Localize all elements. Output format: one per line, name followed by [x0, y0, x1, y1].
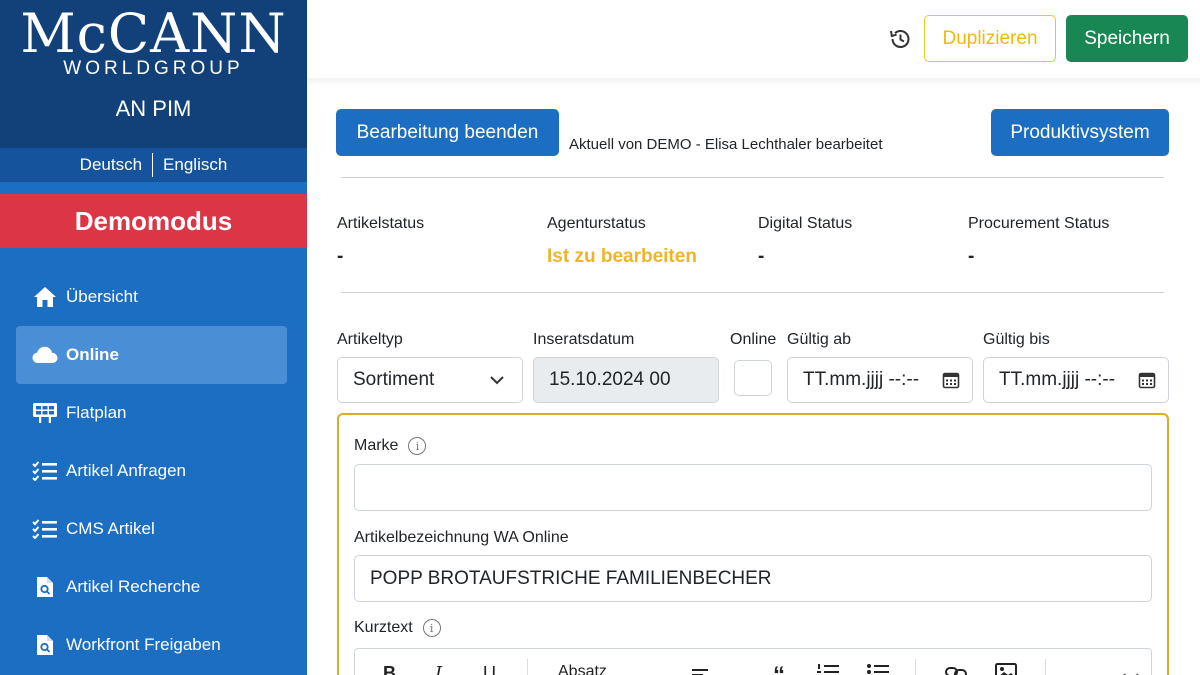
sidebar-item-label: Flatplan [66, 403, 127, 422]
divider [341, 177, 1164, 178]
paragraph-select[interactable]: Absatz [558, 663, 607, 675]
file-search-icon [32, 576, 58, 598]
chevron-down-icon[interactable] [1123, 667, 1139, 675]
lang-deutsch[interactable]: Deutsch [80, 155, 142, 175]
inseratsdatum-label: Inseratsdatum [533, 331, 635, 348]
agency-status-value: Ist zu bearbeiten [547, 246, 697, 267]
sidebar-item-artikel-anfragen[interactable]: Artikel Anfragen [16, 442, 287, 500]
gueltig-bis-placeholder: TT.mm.jjjj --:-- [999, 369, 1116, 390]
sidebar-item-label: Artikel Anfragen [66, 461, 187, 480]
marke-label: Marke i [354, 437, 427, 455]
underline-button[interactable]: U [483, 663, 496, 675]
bullet-list-icon[interactable] [867, 663, 889, 675]
checklist-icon [32, 460, 58, 482]
logo-main: McCANN [20, 2, 287, 65]
online-label: Online [730, 331, 777, 348]
top-bar-shadow [307, 78, 1200, 86]
artikeltyp-value: Sortiment [353, 369, 435, 390]
sidebar-item-cms-artikel[interactable]: CMS Artikel [16, 500, 287, 558]
align-left-icon[interactable] [692, 666, 708, 675]
rich-text-toolbar: B I U Absatz “ [354, 648, 1152, 675]
save-button[interactable]: Speichern [1066, 15, 1188, 62]
lang-separator [152, 153, 154, 177]
calendar-icon[interactable] [942, 371, 960, 389]
sidebar-item-flatplan[interactable]: Flatplan [16, 384, 287, 442]
logo-sub: WORLDGROUP [63, 58, 244, 79]
history-icon[interactable] [888, 27, 914, 51]
sidebar-item-workfront-freigaben[interactable]: Workfront Freigaben [16, 616, 287, 674]
inseratsdatum-field: 15.10.2024 00 [533, 357, 719, 403]
caret-down-icon[interactable] [643, 669, 655, 675]
gueltig-ab-label: Gültig ab [787, 331, 852, 348]
app-name: AN PIM [115, 96, 192, 121]
status-value: - [758, 246, 765, 267]
sidebar-item-label: Workfront Freigaben [66, 635, 221, 654]
calendar-icon[interactable] [1138, 371, 1156, 389]
divider [341, 292, 1164, 293]
artikelbezeichnung-label-text: Artikelbezeichnung WA Online [354, 529, 569, 546]
marke-label-text: Marke [354, 437, 399, 454]
sidebar-nav: Übersicht Online Flatplan Artikel Anfrag… [16, 268, 287, 674]
gueltig-ab-input[interactable]: TT.mm.jjjj --:-- [787, 357, 973, 403]
checklist-icon [32, 518, 58, 540]
duplicate-button[interactable]: Duplizieren [924, 15, 1056, 62]
edit-status-note: Aktuell von DEMO - Elisa Lechthaler bear… [569, 136, 883, 153]
sidebar-item-uebersicht[interactable]: Übersicht [16, 268, 287, 326]
gueltig-ab-placeholder: TT.mm.jjjj --:-- [803, 369, 920, 390]
artikeltyp-label: Artikeltyp [337, 331, 403, 348]
sidebar-item-label: Artikel Recherche [66, 577, 201, 596]
sidebar: McCANN WORLDGROUP AN PIM Deutsch Englisc… [0, 0, 307, 675]
sidebar-item-label: CMS Artikel [66, 519, 155, 538]
brand-header: McCANN WORLDGROUP AN PIM [0, 0, 307, 148]
artikelbezeichnung-label: Artikelbezeichnung WA Online [354, 529, 569, 547]
production-system-button[interactable]: Produktivsystem [991, 109, 1169, 156]
status-label: Digital Status [758, 215, 853, 232]
artikelbezeichnung-input[interactable]: POPP BROTAUFSTRICHE FAMILIENBECHER [354, 555, 1152, 602]
status-value: - [968, 246, 975, 267]
artikeltyp-select[interactable]: Sortiment [337, 357, 523, 403]
demo-banner: Demomodus [0, 194, 307, 248]
toolbar-separator [915, 659, 916, 675]
status-label: Procurement Status [968, 215, 1110, 232]
toolbar-separator [1045, 659, 1046, 675]
gueltig-bis-input[interactable]: TT.mm.jjjj --:-- [983, 357, 1169, 403]
status-label: Artikelstatus [337, 215, 425, 232]
home-icon [32, 286, 58, 308]
link-icon[interactable] [945, 665, 967, 675]
board-icon [32, 402, 58, 424]
file-search-icon [32, 634, 58, 656]
sidebar-item-artikel-recherche[interactable]: Artikel Recherche [16, 558, 287, 616]
sidebar-item-online[interactable]: Online [16, 326, 287, 384]
info-icon[interactable]: i [422, 619, 441, 637]
end-edit-button[interactable]: Bearbeitung beenden [336, 109, 559, 156]
lang-englisch[interactable]: Englisch [163, 155, 227, 175]
sidebar-item-label: Übersicht [66, 287, 138, 306]
toolbar-separator [527, 659, 528, 675]
kurztext-label: Kurztext i [354, 619, 441, 637]
status-value: - [337, 246, 344, 267]
kurztext-label-text: Kurztext [354, 619, 413, 636]
marke-input[interactable] [354, 464, 1152, 511]
image-icon[interactable] [995, 663, 1017, 675]
cloud-icon [32, 344, 58, 366]
caret-down-icon[interactable] [727, 669, 739, 675]
numbered-list-icon[interactable] [817, 663, 839, 675]
bold-button[interactable]: B [383, 663, 396, 675]
gueltig-bis-label: Gültig bis [983, 331, 1050, 348]
language-switcher: Deutsch Englisch [0, 148, 307, 182]
sidebar-item-label: Online [66, 345, 119, 364]
status-label: Agenturstatus [547, 215, 646, 232]
online-checkbox[interactable] [734, 360, 772, 396]
info-icon[interactable]: i [408, 437, 427, 455]
blockquote-icon[interactable]: “ [773, 662, 785, 675]
italic-button[interactable]: I [435, 663, 442, 675]
chevron-down-icon [490, 369, 504, 391]
